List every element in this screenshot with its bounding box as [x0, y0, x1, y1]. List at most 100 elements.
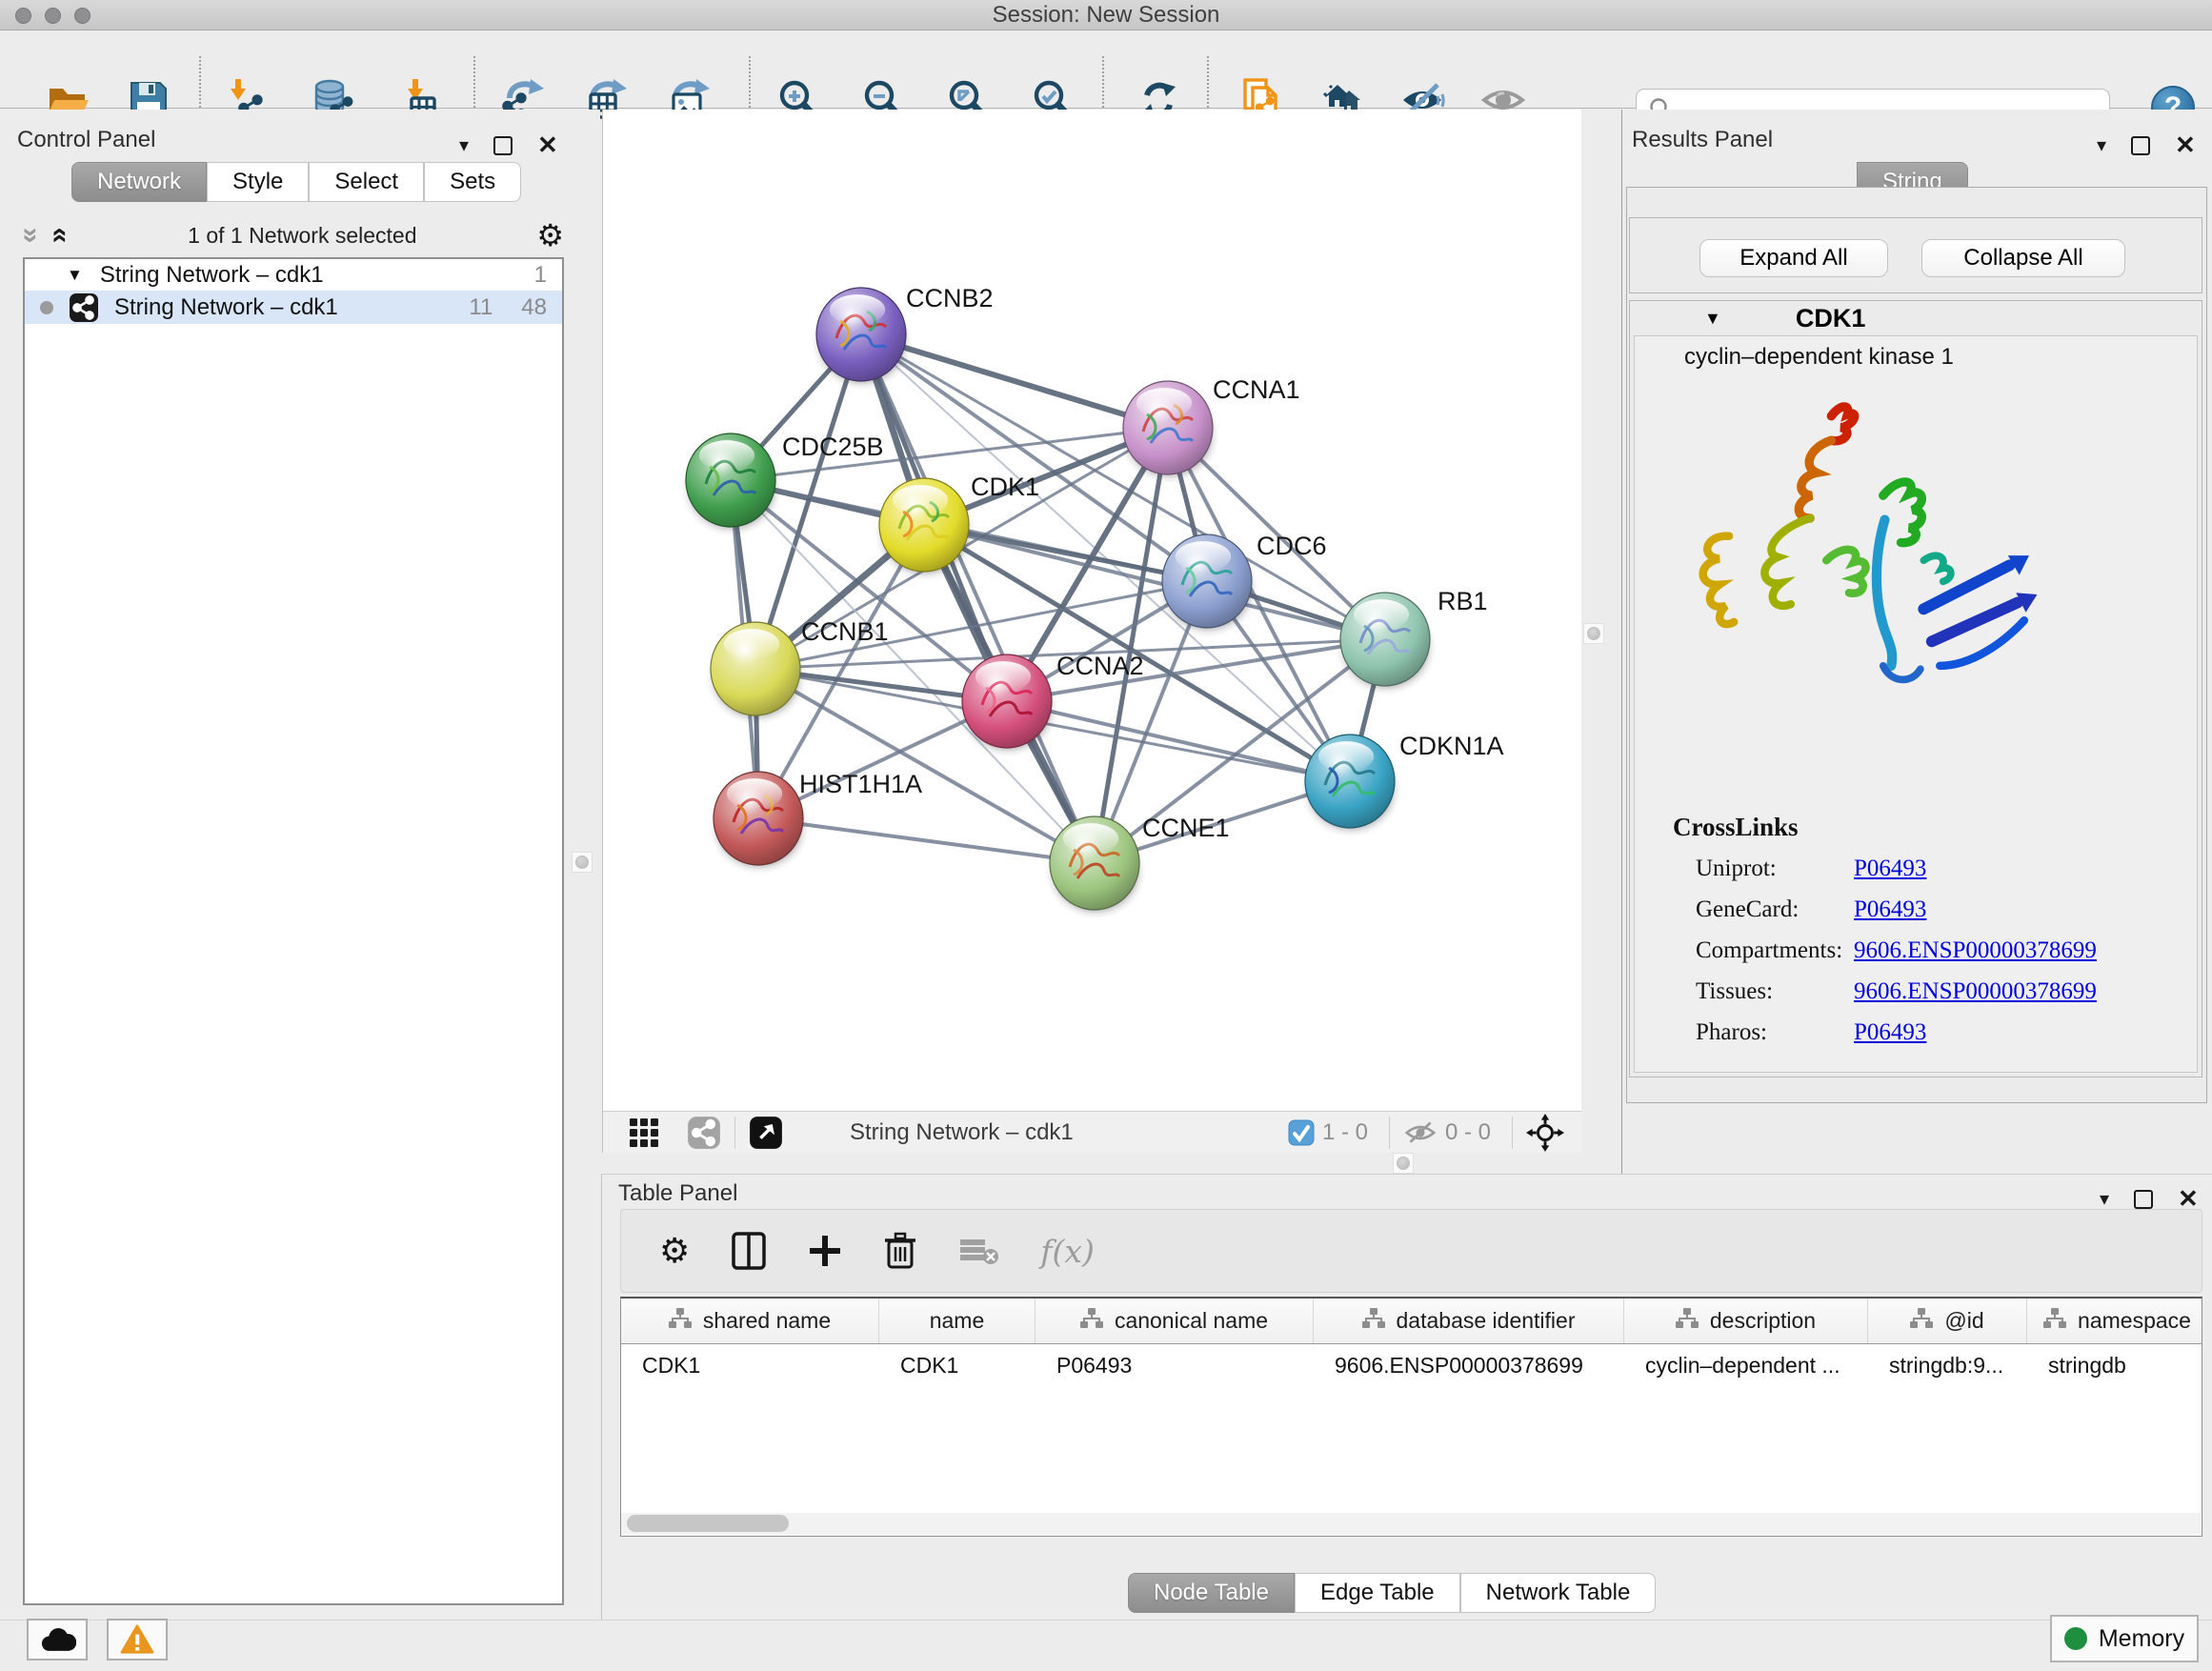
network-column-icon [1080, 1308, 1103, 1335]
network-node-ccna2[interactable] [962, 654, 1052, 750]
table-options-gear-icon[interactable]: ⚙ [659, 1231, 690, 1271]
scrollbar-thumb[interactable] [627, 1515, 789, 1532]
status-bar: Memory [0, 1620, 2212, 1671]
memory-button[interactable]: Memory [2050, 1615, 2199, 1662]
table-header-row[interactable]: shared namename canonical name database … [621, 1299, 2202, 1344]
tab-edge-table[interactable]: Edge Table [1295, 1573, 1460, 1613]
maximize-window-button[interactable] [74, 8, 90, 24]
node-label: CCNA1 [1213, 375, 1300, 404]
crosslink-link[interactable]: P06493 [1854, 856, 1926, 882]
expand-all-button[interactable]: Expand All [1699, 239, 1888, 277]
node-label: CCNE1 [1142, 814, 1230, 842]
close-panel-icon[interactable]: ✕ [537, 131, 558, 160]
column-header-description[interactable]: description [1624, 1299, 1868, 1343]
crosslink-link[interactable]: 9606.ENSP00000378699 [1854, 978, 2097, 1005]
network-node-rb1[interactable] [1340, 593, 1430, 688]
node-table[interactable]: shared namename canonical name database … [620, 1297, 2202, 1537]
left-splitter-handle[interactable] [572, 852, 593, 873]
fit-selected-crosshair-icon[interactable] [1526, 1114, 1564, 1152]
protein-structure-image [1680, 382, 2061, 763]
network-column-icon [1676, 1308, 1699, 1335]
network-collection-row[interactable]: ▼ String Network – cdk1 1 [25, 259, 562, 291]
float-panel-icon[interactable] [2131, 136, 2150, 155]
collapse-tree-icon[interactable]: ▼ [67, 266, 83, 285]
control-panel-tabs: NetworkStyleSelectSets [71, 162, 521, 202]
network-row-selected[interactable]: String Network – cdk1 11 48 [25, 291, 562, 324]
table-cell[interactable]: P06493 [1036, 1353, 1314, 1379]
column-header--id[interactable]: @id [1868, 1299, 2027, 1343]
memory-label: Memory [2099, 1625, 2184, 1653]
column-header-namespace[interactable]: namespace [2027, 1299, 2202, 1343]
grid-mode-icon[interactable] [628, 1117, 660, 1149]
table-cell[interactable]: cyclin–dependent ... [1624, 1353, 1868, 1379]
table-splitter-handle[interactable] [1393, 1153, 1414, 1174]
delete-column-trash-icon[interactable] [884, 1232, 916, 1270]
network-node-ccnb2[interactable] [816, 288, 906, 383]
column-header-shared-name[interactable]: shared name [621, 1299, 879, 1343]
network-node-ccne1[interactable] [1050, 816, 1139, 912]
panel-menu-icon[interactable]: ▾ [2100, 1187, 2109, 1211]
network-node-hist1h1a[interactable] [714, 772, 803, 867]
column-header-name[interactable]: name [879, 1299, 1036, 1343]
float-panel-icon[interactable] [2134, 1190, 2153, 1209]
control-panel: Control Panel ▾ ✕ NetworkStyleSelectSets… [0, 110, 600, 1620]
tab-style[interactable]: Style [207, 162, 309, 202]
close-panel-icon[interactable]: ✕ [2175, 131, 2196, 160]
network-node-cdkn1a[interactable] [1305, 735, 1395, 830]
minimize-window-button[interactable] [45, 8, 61, 24]
crosslink-link[interactable]: P06493 [1854, 896, 1926, 923]
panel-menu-icon[interactable]: ▾ [459, 133, 469, 157]
tab-network-table[interactable]: Network Table [1460, 1573, 1657, 1613]
crosslink-link[interactable]: P06493 [1854, 1019, 1926, 1046]
network-edge[interactable] [861, 334, 1168, 428]
network-graph[interactable]: CCNB2CCNA1CDC25BCDK1CDC6RB1CCNB1CCNA2CDK… [603, 124, 1582, 1111]
network-edge[interactable] [1007, 701, 1350, 781]
share-view-icon[interactable] [687, 1116, 721, 1150]
network-column-icon [1362, 1308, 1385, 1335]
hidden-eye-icon [1403, 1118, 1438, 1147]
tab-node-table[interactable]: Node Table [1128, 1573, 1295, 1613]
tab-sets[interactable]: Sets [424, 162, 521, 202]
node-label: CDC6 [1257, 532, 1327, 560]
show-columns-icon[interactable] [732, 1232, 766, 1270]
close-window-button[interactable] [15, 8, 31, 24]
gene-description: cyclin–dependent kinase 1 [1684, 344, 1954, 371]
collapse-all-networks-icon[interactable]: » [14, 228, 47, 244]
window-controls[interactable] [0, 0, 90, 30]
float-panel-icon[interactable] [493, 136, 513, 155]
network-status-dot-icon [40, 301, 53, 314]
network-options-gear-icon[interactable]: ⚙ [536, 217, 564, 253]
add-column-icon[interactable] [808, 1234, 842, 1268]
network-node-cdc6[interactable] [1162, 534, 1252, 630]
selected-checkbox-icon[interactable] [1288, 1119, 1315, 1146]
warnings-button[interactable] [107, 1619, 168, 1661]
right-splitter-handle[interactable] [1583, 623, 1604, 644]
table-cell[interactable]: CDK1 [879, 1353, 1036, 1379]
table-horizontal-scrollbar[interactable] [621, 1513, 2201, 1534]
table-cell[interactable]: stringdb [2027, 1353, 2202, 1379]
network-node-ccna1[interactable] [1123, 381, 1213, 476]
table-cell[interactable]: stringdb:9... [1868, 1353, 2027, 1379]
collapse-all-button[interactable]: Collapse All [1921, 239, 2125, 277]
column-header-canonical-name[interactable]: canonical name [1036, 1299, 1314, 1343]
cloud-button[interactable] [27, 1619, 88, 1661]
gene-section: ▼ CDK1 cyclin–dependent kinase 1 [1629, 300, 2202, 1077]
column-header-database-identifier[interactable]: database identifier [1314, 1299, 1624, 1343]
network-node-cdk1[interactable] [879, 478, 969, 574]
tab-select[interactable]: Select [309, 162, 424, 202]
tab-network[interactable]: Network [71, 162, 207, 202]
network-edge[interactable] [758, 818, 1095, 863]
collapse-gene-icon[interactable]: ▼ [1704, 309, 1721, 329]
table-cell[interactable]: CDK1 [621, 1353, 879, 1379]
network-node-ccnb1[interactable] [711, 622, 800, 717]
table-cell[interactable]: 9606.ENSP00000378699 [1314, 1353, 1624, 1379]
network-view-canvas[interactable]: CCNB2CCNA1CDC25BCDK1CDC6RB1CCNB1CCNA2CDK… [602, 110, 1581, 1153]
birdseye-view-icon[interactable] [749, 1116, 783, 1150]
function-builder-icon-disabled: f(x) [1040, 1233, 1095, 1270]
panel-menu-icon[interactable]: ▾ [2097, 133, 2106, 157]
table-row[interactable]: CDK1CDK1P064939606.ENSP00000378699cyclin… [621, 1344, 2202, 1386]
network-node-cdc25b[interactable] [686, 433, 775, 529]
crosslink-link[interactable]: 9606.ENSP00000378699 [1854, 937, 2097, 964]
crosslink-row: GeneCard:P06493 [1673, 896, 2097, 923]
expand-all-networks-icon[interactable]: « [44, 228, 76, 244]
